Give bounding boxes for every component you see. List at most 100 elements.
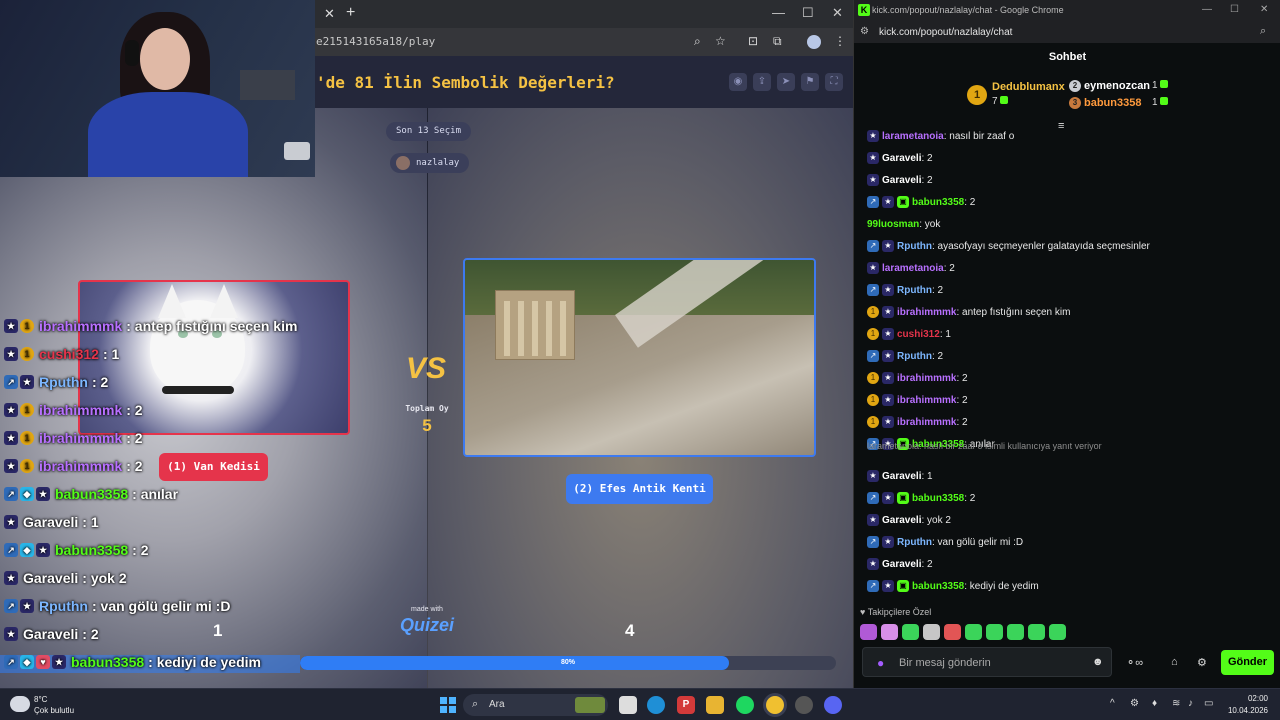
kick-url-text[interactable]: kick.com/popout/nazlalay/chat [879,27,1012,38]
chat-username[interactable]: babun3358 [912,197,964,208]
task-view-icon[interactable] [619,696,637,714]
close-tab-icon[interactable]: ✕ [324,6,335,22]
eye-icon[interactable]: ◉ [729,73,747,91]
maximize-icon[interactable]: ☐ [1230,4,1239,15]
battery-icon[interactable]: ▭ [1204,698,1213,709]
chat-username[interactable]: Garaveli [882,175,921,186]
chat-username[interactable]: Garaveli [882,515,921,526]
menu-dots-icon[interactable]: ⋮ [834,34,846,48]
chat-username[interactable]: ibrahimmmk [897,373,956,384]
site-settings-icon[interactable]: ⚙ [860,26,869,37]
cloud-icon[interactable] [10,696,30,712]
chat-message[interactable]: ↗ ★ Rputhn: 2 [867,347,943,365]
option-1-button[interactable]: (1) Van Kedisi [159,453,268,481]
rank-1-name[interactable]: Dedublumanx [992,81,1065,93]
chat-message[interactable]: ↗ ★ ▣ babun3358: 2 [867,489,975,507]
chat-username[interactable]: ibrahimmmk [897,307,956,318]
chat-message[interactable]: ↗ ★ Rputhn: 2 [867,281,943,299]
volume-icon[interactable]: ♪ [1188,698,1193,709]
zoom-icon[interactable]: ⌕ [694,34,701,49]
microphone-icon[interactable]: ♦ [1152,698,1157,709]
chat-username[interactable]: ibrahimmmk [897,395,956,406]
emote[interactable] [965,624,982,640]
clock-time[interactable]: 02:00 [1228,694,1268,703]
chat-username[interactable]: Garaveli [882,559,921,570]
chat-message[interactable]: ★ Garaveli: 2 [867,171,933,189]
chat-username[interactable]: babun3358 [912,493,964,504]
emote[interactable] [944,624,961,640]
chat-message[interactable]: 1 ★ ibrahimmmk: antep fıstığını seçen kim [867,303,1070,321]
chat-username[interactable]: Rputhn [897,285,932,296]
minimize-icon[interactable]: — [772,5,785,20]
emote[interactable] [881,624,898,640]
profile-avatar[interactable] [807,35,821,49]
emote[interactable] [860,624,877,640]
chrome-icon[interactable] [766,696,784,714]
chat-message-input[interactable]: ● Bir mesaj gönderin ☻ [862,647,1112,677]
chat-message[interactable]: ★ larametanoia: nasıl bir zaaf o [867,127,1014,145]
chat-username[interactable]: larametanoia [882,131,944,142]
microphone-icon[interactable]: ● [877,656,884,670]
steam-tray-icon[interactable]: ⚙ [1130,698,1139,709]
edge-icon[interactable] [647,696,665,714]
chat-message[interactable]: ★ Garaveli: 2 [867,555,933,573]
weather-temperature[interactable]: 8°C [34,695,47,704]
rank-3-name[interactable]: babun3358 [1084,97,1141,109]
chat-message[interactable]: 1 ★ cushi312: 1 [867,325,951,343]
kick-address-bar[interactable]: ⚙ kick.com/popout/nazlalay/chat ⌕ [854,21,1280,43]
weather-description[interactable]: Çok bulutlu [34,706,74,715]
windows-start-icon[interactable] [440,697,456,713]
chat-message[interactable]: 1 ★ ibrahimmmk: 2 [867,391,968,409]
share-icon[interactable]: ⇪ [753,73,771,91]
chat-message[interactable]: ↗ ★ ▣ babun3358: 2 [867,193,975,211]
chat-message[interactable]: ↗ ★ ▣ babun3358: kediyi de yedim [867,577,1039,595]
chat-username[interactable]: cushi312 [897,329,940,340]
emote[interactable] [1028,624,1045,640]
file-explorer-icon[interactable] [706,696,724,714]
discord-icon[interactable] [824,696,842,714]
emote[interactable] [1007,624,1024,640]
chat-username[interactable]: Rputhn [897,537,932,548]
user-pill[interactable]: nazlalay [390,153,470,173]
tab-search-icon[interactable]: ⊡ [748,34,758,48]
bookmark-star-icon[interactable]: ☆ [715,34,726,48]
efes-antik-kenti-image[interactable] [463,258,816,457]
chat-settings-toggle-icon[interactable]: ⚬∞ [1126,656,1143,669]
chat-message[interactable]: ★ Garaveli: 2 [867,149,933,167]
chat-username[interactable]: Garaveli [882,471,921,482]
emote[interactable] [902,624,919,640]
pdf-app-icon[interactable]: P [677,696,695,714]
chat-username[interactable]: 99luosman [867,219,919,230]
emote[interactable] [986,624,1003,640]
chat-username[interactable]: Garaveli [882,153,921,164]
emoji-icon[interactable]: ☻ [1092,656,1104,668]
chat-message[interactable]: 99luosman: yok [867,215,940,233]
gear-icon[interactable]: ⚙ [1197,656,1207,669]
new-tab-icon[interactable]: + [346,4,355,22]
fullscreen-icon[interactable]: ⛶ [825,73,843,91]
send-icon[interactable]: ➤ [777,73,795,91]
chat-username[interactable]: larametanoia [882,263,944,274]
rank-2-name[interactable]: eymenozcan [1084,80,1150,92]
extensions-icon[interactable]: ⧉ [773,34,782,49]
taskbar-search[interactable]: ⌕ Ara [463,694,608,716]
steam-icon[interactable] [795,696,813,714]
gift-box-icon[interactable]: ⌂ [1171,656,1178,668]
zoom-icon[interactable]: ⌕ [1260,25,1266,38]
wifi-icon[interactable]: ≋ [1172,698,1180,709]
minimize-icon[interactable]: — [1202,4,1212,15]
chat-username[interactable]: Rputhn [897,241,932,252]
chat-message[interactable]: ★ larametanoia: 2 [867,259,955,277]
option-2-button[interactable]: (2) Efes Antik Kenti [566,474,713,504]
chat-message[interactable]: ↗ ★ Rputhn: van gölü gelir mi :D [867,533,1023,551]
close-window-icon[interactable]: ✕ [1260,4,1268,15]
chat-message[interactable]: 1 ★ ibrahimmmk: 2 [867,413,968,431]
send-button[interactable]: Gönder [1221,650,1274,675]
chat-username[interactable]: babun3358 [912,581,964,592]
flag-icon[interactable]: ⚑ [801,73,819,91]
clock-date[interactable]: 10.04.2026 [1218,706,1268,715]
chat-username[interactable]: ibrahimmmk [897,417,956,428]
chat-message[interactable]: ★ Garaveli: 1 [867,467,933,485]
chat-message[interactable]: ★ Garaveli: yok 2 [867,511,951,529]
url-text[interactable]: e215143165a18/play [316,35,435,48]
